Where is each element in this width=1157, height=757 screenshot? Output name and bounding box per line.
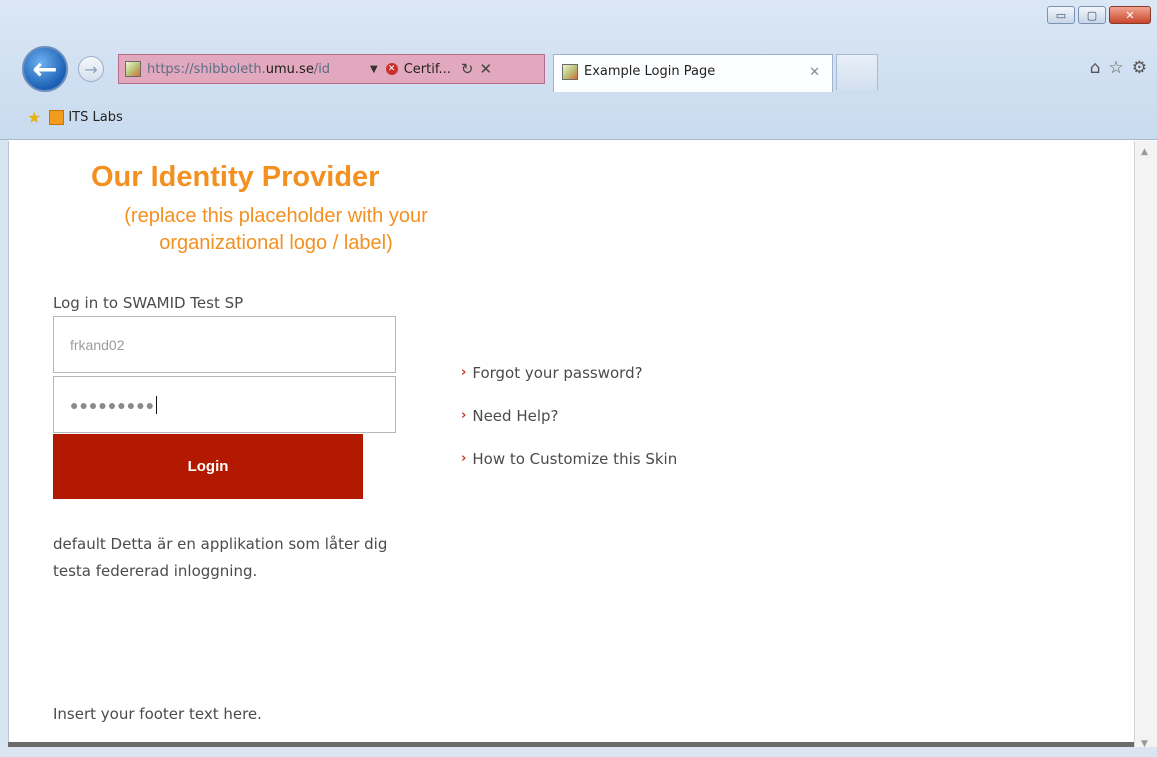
tab-title: Example Login Page [584, 64, 716, 79]
tab-example-login-page[interactable]: Example Login Page ✕ [553, 54, 833, 92]
forgot-password-link[interactable]: › Forgot your password? [461, 351, 677, 394]
logo-subtitle: (replace this placeholder with your orga… [124, 205, 428, 254]
back-button[interactable]: ← [22, 46, 68, 92]
back-arrow-icon: ← [32, 51, 58, 87]
username-value: frkand02 [70, 336, 125, 353]
forward-button[interactable]: → [78, 56, 104, 82]
minimize-button[interactable]: ▭ [1047, 6, 1075, 24]
scroll-up-icon[interactable]: ▲ [1141, 147, 1148, 157]
chrome-divider [0, 139, 1157, 140]
favorites-item-label: ITS Labs [68, 109, 123, 125]
address-bar[interactable]: https://shibboleth.umu.se/id ▼ ✕ Certif.… [118, 54, 545, 84]
link-label[interactable]: How to Customize this Skin [472, 450, 677, 468]
login-heading: Log in to SWAMID Test SP [53, 294, 244, 312]
favorites-add-icon[interactable]: ★ [27, 108, 41, 127]
description-text: default Detta är en applikation som låte… [53, 535, 388, 580]
favorites-bar: ★ ITS Labs [0, 96, 1157, 138]
its-labs-icon [49, 109, 65, 125]
customize-skin-link[interactable]: › How to Customize this Skin [461, 437, 677, 480]
refresh-icon[interactable]: ↻ [461, 60, 474, 78]
tab-close-icon[interactable]: ✕ [809, 65, 820, 80]
stop-icon[interactable]: ✕ [479, 60, 492, 78]
text-caret [156, 395, 158, 414]
link-label[interactable]: Need Help? [472, 407, 558, 425]
address-dropdown-icon[interactable]: ▼ [370, 64, 378, 75]
chevron-right-icon: › [461, 365, 467, 380]
password-value: ●●●●●●●●● [70, 396, 156, 413]
settings-gear-icon[interactable]: ⚙ [1132, 58, 1147, 78]
toolbar-icons: ⌂ ☆ ⚙ [1090, 58, 1147, 78]
help-links: › Forgot your password? › Need Help? › H… [461, 351, 677, 480]
need-help-link[interactable]: › Need Help? [461, 394, 677, 437]
bottom-frame [0, 747, 1157, 757]
favorites-item-its-labs[interactable]: ITS Labs [49, 109, 123, 125]
window-controls: ▭ ▢ ✕ [1047, 6, 1151, 24]
vertical-scrollbar[interactable]: ▲ ▼ [1134, 141, 1157, 757]
favorites-star-icon[interactable]: ☆ [1109, 58, 1124, 78]
error-x-icon[interactable]: ✕ [385, 63, 398, 75]
home-icon[interactable]: ⌂ [1090, 58, 1101, 78]
tab-favicon-icon [562, 64, 578, 80]
password-field[interactable]: ●●●●●●●●● [53, 376, 396, 433]
chevron-right-icon: › [461, 408, 467, 423]
certificate-error-label[interactable]: Certif... [404, 62, 451, 77]
link-label[interactable]: Forgot your password? [472, 364, 642, 382]
address-url[interactable]: https://shibboleth.umu.se/id [147, 62, 364, 77]
chevron-right-icon: › [461, 451, 467, 466]
maximize-button[interactable]: ▢ [1078, 6, 1106, 24]
left-frame [0, 140, 8, 757]
footer-text: Insert your footer text here. [53, 705, 262, 723]
username-field[interactable]: frkand02 [53, 316, 396, 373]
page-content: Our Identity Provider (replace this plac… [8, 141, 1134, 742]
forward-arrow-icon: → [84, 59, 98, 79]
close-window-button[interactable]: ✕ [1109, 6, 1151, 24]
browser-chrome: ▭ ▢ ✕ ← → https://shibboleth.umu.se/id ▼… [0, 0, 1157, 140]
logo-title: Our Identity Provider [91, 161, 380, 193]
new-tab-button[interactable] [836, 54, 878, 90]
login-button[interactable]: Login [53, 434, 363, 499]
site-favicon-icon [125, 61, 141, 77]
